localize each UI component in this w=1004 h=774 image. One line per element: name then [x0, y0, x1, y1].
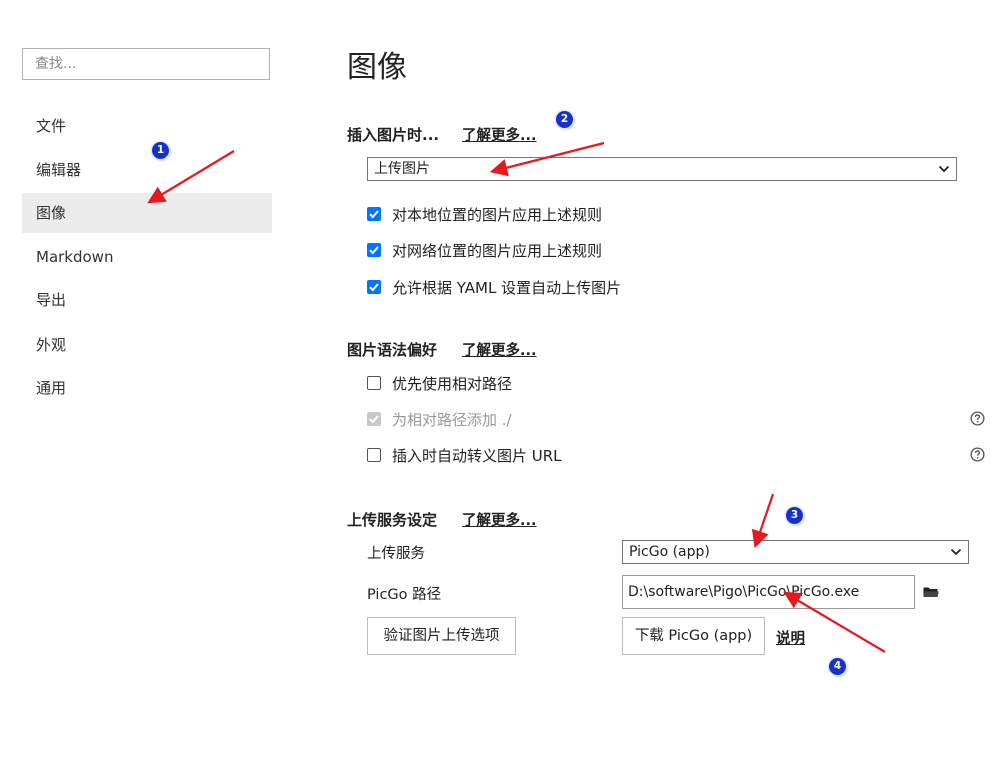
- option-label: 对网络位置的图片应用上述规则: [392, 242, 603, 260]
- chevron-down-icon: [950, 548, 962, 556]
- annotation-badge-2: 2: [556, 111, 573, 128]
- sidebar-item-file[interactable]: 文件: [22, 106, 272, 146]
- checkbox-unchecked[interactable]: [367, 448, 381, 462]
- insert-action-select[interactable]: 上传图片: [367, 157, 957, 181]
- syntax-learn-more-link[interactable]: 了解更多...: [462, 339, 537, 360]
- sidebar-item-appearance[interactable]: 外观: [22, 325, 272, 365]
- help-icon[interactable]: [970, 411, 985, 426]
- upload-section-title: 上传服务设定: [347, 511, 438, 529]
- syntax-section-title: 图片语法偏好: [347, 341, 438, 359]
- download-picgo-button[interactable]: 下载 PicGo (app): [622, 617, 765, 655]
- insert-action-value: 上传图片: [374, 161, 430, 177]
- option-label: 为相对路径添加 ./: [392, 411, 512, 429]
- upload-service-label: 上传服务: [367, 546, 425, 562]
- upload-learn-more-link[interactable]: 了解更多...: [462, 509, 537, 530]
- sidebar-item-general[interactable]: 通用: [22, 368, 272, 408]
- settings-search-input[interactable]: [23, 49, 269, 79]
- sidebar-item-export[interactable]: 导出: [22, 280, 272, 320]
- annotation-badge-1: 1: [152, 142, 169, 159]
- checkbox-checked[interactable]: [367, 280, 381, 294]
- checkbox-disabled-checked: [367, 412, 381, 426]
- annotation-arrow-3: [751, 493, 775, 549]
- upload-service-value: PicGo (app): [629, 544, 710, 560]
- help-icon[interactable]: [970, 447, 985, 462]
- sidebar-item-markdown[interactable]: Markdown: [22, 237, 272, 277]
- option-label: 插入时自动转义图片 URL: [392, 447, 562, 465]
- verify-upload-button[interactable]: 验证图片上传选项: [367, 617, 516, 655]
- option-label: 优先使用相对路径: [392, 375, 513, 393]
- annotation-badge-3: 3: [786, 507, 803, 524]
- settings-search-box[interactable]: [22, 48, 270, 80]
- explain-link[interactable]: 说明: [776, 627, 805, 648]
- sidebar-item-image[interactable]: 图像: [22, 193, 272, 233]
- checkbox-checked[interactable]: [367, 207, 381, 221]
- option-label: 允许根据 YAML 设置自动上传图片: [392, 279, 622, 297]
- insert-learn-more-link[interactable]: 了解更多...: [462, 124, 537, 145]
- insert-section-title: 插入图片时...: [347, 126, 440, 144]
- checkbox-checked[interactable]: [367, 243, 381, 257]
- page-title: 图像: [347, 50, 407, 85]
- sidebar-item-editor[interactable]: 编辑器: [22, 150, 272, 190]
- picgo-path-input[interactable]: D:\software\Pigo\PicGo\PicGo.exe: [622, 575, 915, 609]
- annotation-badge-4: 4: [829, 658, 846, 675]
- picgo-path-label: PicGo 路径: [367, 587, 442, 603]
- option-label: 对本地位置的图片应用上述规则: [392, 206, 603, 224]
- chevron-down-icon: [938, 165, 950, 173]
- upload-service-select[interactable]: PicGo (app): [622, 540, 969, 564]
- folder-icon[interactable]: [923, 586, 939, 598]
- checkbox-unchecked[interactable]: [367, 376, 381, 390]
